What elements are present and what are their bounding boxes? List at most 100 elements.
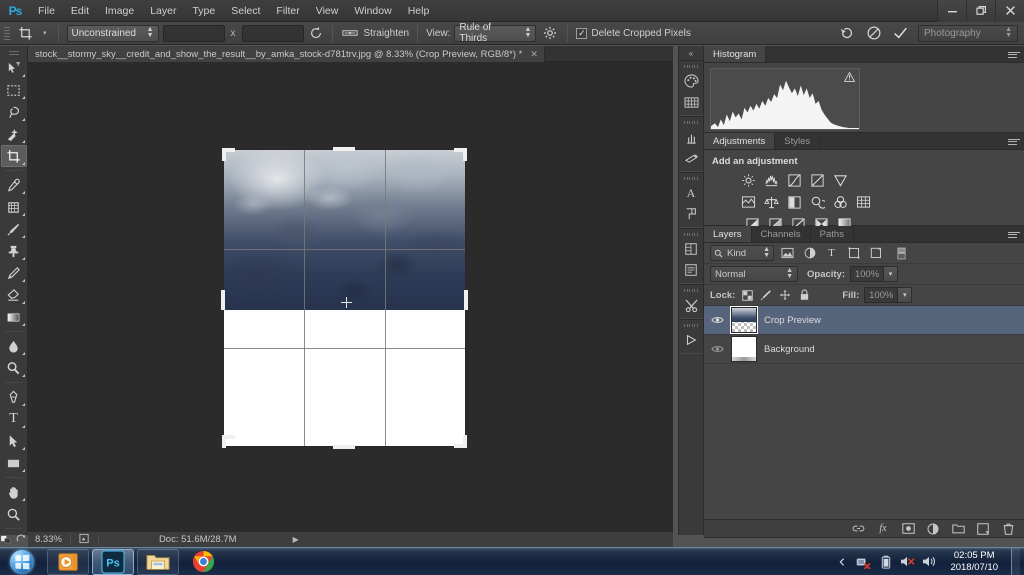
menu-window[interactable]: Window: [346, 1, 399, 21]
menu-help[interactable]: Help: [400, 1, 438, 21]
color-lookup-adjustment-icon[interactable]: [855, 194, 871, 210]
straighten-label[interactable]: Straighten: [364, 28, 410, 39]
tool-presets-panel-icon[interactable]: [679, 295, 703, 315]
brush-tool[interactable]: [1, 218, 27, 240]
fill-input[interactable]: 100%: [864, 287, 899, 303]
new-adjustment-layer-icon[interactable]: [926, 522, 940, 536]
pen-tool[interactable]: [1, 386, 27, 408]
filter-type-layers-icon[interactable]: T: [823, 245, 840, 262]
lasso-tool[interactable]: [1, 101, 27, 123]
menu-select[interactable]: Select: [223, 1, 268, 21]
lock-position-icon[interactable]: [778, 288, 792, 303]
start-orb-button[interactable]: [0, 548, 44, 575]
clone-stamp-tool[interactable]: [1, 240, 27, 262]
brush-presets-panel-icon[interactable]: [679, 148, 703, 168]
channel-mixer-adjustment-icon[interactable]: [832, 194, 848, 210]
rail-grip[interactable]: [679, 231, 703, 238]
new-group-icon[interactable]: [951, 522, 965, 536]
horizontal-type-tool[interactable]: T: [1, 408, 27, 430]
taskbar-clock[interactable]: 02:05 PM 2018/07/10: [944, 550, 1004, 574]
menu-edit[interactable]: Edit: [63, 1, 97, 21]
notes-panel-icon[interactable]: [679, 260, 703, 280]
workspace-dropdown[interactable]: Photography ▲ ▼: [918, 24, 1018, 42]
layer-filter-kind-dropdown[interactable]: Kind ▲ ▼: [710, 245, 774, 261]
curves-adjustment-icon[interactable]: [786, 172, 802, 188]
hue-saturation-adjustment-icon[interactable]: [740, 194, 756, 210]
volume-icon[interactable]: [922, 554, 937, 569]
filter-pixel-layers-icon[interactable]: [779, 245, 796, 262]
battery-icon[interactable]: [878, 554, 893, 569]
show-hidden-icons-arrow[interactable]: [834, 554, 849, 569]
exposure-adjustment-icon[interactable]: [809, 172, 825, 188]
straighten-icon[interactable]: [341, 24, 360, 43]
tab-adjustments[interactable]: Adjustments: [704, 133, 776, 149]
panel-menu-icon[interactable]: [1008, 229, 1020, 240]
rail-grip[interactable]: [679, 63, 703, 70]
crop-tool-icon[interactable]: [14, 24, 36, 43]
filter-shape-layers-icon[interactable]: [845, 245, 862, 262]
windows-media-player-taskbar-item[interactable]: [47, 548, 89, 575]
cancel-icon[interactable]: [864, 24, 883, 43]
eyedropper-tool[interactable]: [1, 174, 27, 196]
file-explorer-taskbar-item[interactable]: [137, 548, 179, 575]
menu-image[interactable]: Image: [97, 1, 142, 21]
brightness-contrast-adjustment-icon[interactable]: [740, 172, 756, 188]
move-tool[interactable]: [1, 57, 27, 79]
layer-row-background[interactable]: Background: [704, 335, 1024, 364]
rail-grip[interactable]: [679, 287, 703, 294]
fill-stepper-icon[interactable]: ▾: [898, 287, 913, 303]
show-desktop-button[interactable]: [1011, 547, 1020, 575]
crop-tool[interactable]: [0, 145, 27, 167]
filter-smart-object-layers-icon[interactable]: [867, 245, 884, 262]
character-panel-icon[interactable]: A: [679, 183, 703, 203]
eye-visible-icon[interactable]: [710, 342, 724, 356]
rail-grip[interactable]: [679, 322, 703, 329]
crop-overlay[interactable]: [221, 147, 468, 449]
add-layer-mask-icon[interactable]: [901, 522, 915, 536]
tab-channels[interactable]: Channels: [752, 226, 811, 242]
menu-layer[interactable]: Layer: [142, 1, 184, 21]
paragraph-panel-icon[interactable]: [679, 204, 703, 224]
layer-name-background[interactable]: Background: [764, 344, 815, 355]
reset-icon[interactable]: [837, 24, 856, 43]
collapse-panels-icon[interactable]: «: [679, 46, 703, 60]
crop-handle-top-center[interactable]: [333, 147, 355, 151]
eraser-tool[interactable]: [1, 284, 27, 306]
tab-styles[interactable]: Styles: [775, 133, 821, 149]
rectangle-shape-tool[interactable]: [1, 452, 27, 474]
zoom-level[interactable]: 8.33%: [35, 534, 62, 545]
photo-filter-adjustment-icon[interactable]: [809, 194, 825, 210]
default-colors-icon[interactable]: [0, 533, 12, 547]
blend-mode-dropdown[interactable]: Normal ▲ ▼: [710, 266, 798, 282]
google-chrome-taskbar-item[interactable]: [182, 549, 224, 575]
minimize-button[interactable]: [937, 0, 966, 22]
layer-thumbnail-crop-preview[interactable]: [730, 306, 758, 334]
crop-handle-bottom-right-v[interactable]: [463, 435, 467, 448]
menu-filter[interactable]: Filter: [268, 1, 307, 21]
delete-layer-icon[interactable]: [1001, 522, 1015, 536]
opacity-stepper-icon[interactable]: ▾: [884, 266, 899, 282]
tools-panel-grip[interactable]: [0, 48, 27, 57]
tab-histogram[interactable]: Histogram: [704, 46, 767, 62]
opacity-input[interactable]: 100%: [850, 266, 885, 282]
zoom-tool[interactable]: [1, 503, 27, 525]
rail-grip[interactable]: [679, 175, 703, 182]
tab-paths[interactable]: Paths: [811, 226, 854, 242]
color-panel-icon[interactable]: [679, 71, 703, 91]
volume-muted-icon[interactable]: [900, 554, 916, 569]
photoshop-taskbar-item[interactable]: Ps: [92, 548, 134, 575]
crop-handle-bottom-center[interactable]: [333, 445, 355, 449]
actions-panel-icon[interactable]: [679, 330, 703, 350]
lock-transparent-pixels-icon[interactable]: [740, 288, 754, 303]
restore-button[interactable]: [966, 0, 995, 22]
crop-width-input[interactable]: [162, 24, 225, 42]
new-layer-icon[interactable]: [976, 522, 990, 536]
network-disconnected-icon[interactable]: [856, 554, 872, 569]
history-brush-tool[interactable]: [1, 262, 27, 284]
blur-tool[interactable]: [1, 335, 27, 357]
menu-type[interactable]: Type: [184, 1, 223, 21]
levels-adjustment-icon[interactable]: [763, 172, 779, 188]
path-selection-tool[interactable]: [1, 430, 27, 452]
layer-thumbnail-background[interactable]: [731, 336, 757, 362]
canvas-document-area[interactable]: [28, 62, 673, 531]
